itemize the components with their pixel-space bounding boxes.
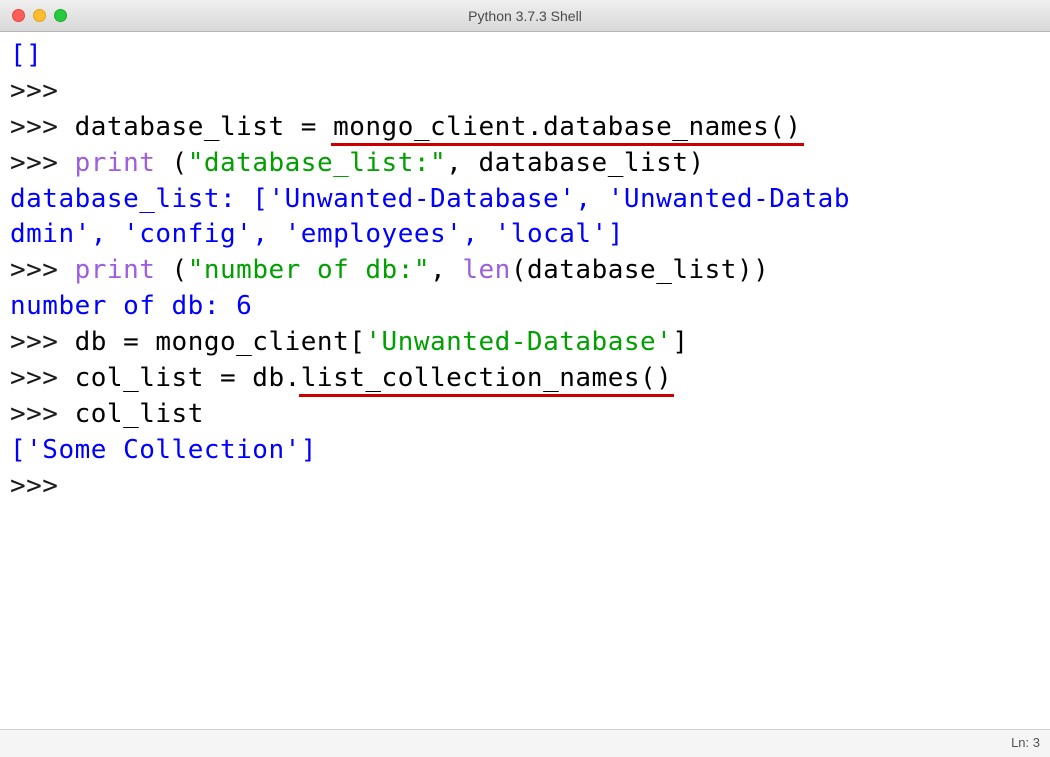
- builtin-print: print: [75, 148, 156, 178]
- underlined-code: mongo_client.database_names(): [333, 112, 801, 142]
- code-text: (database_list)): [511, 255, 769, 285]
- prompt: >>>: [10, 363, 75, 393]
- prompt: >>>: [10, 399, 75, 429]
- output-text: 'local': [495, 219, 608, 249]
- prompt: >>>: [10, 471, 75, 501]
- output-text: ,: [252, 219, 284, 249]
- output-text: ,: [91, 219, 123, 249]
- prompt: >>>: [10, 255, 75, 285]
- window-title: Python 3.7.3 Shell: [468, 8, 582, 24]
- string-literal: "database_list:": [188, 148, 446, 178]
- maximize-icon[interactable]: [54, 9, 67, 22]
- string-literal: "number of db:": [188, 255, 430, 285]
- output-text: 'employees': [285, 219, 463, 249]
- prompt: >>>: [10, 76, 58, 106]
- output-text: [: [10, 435, 26, 465]
- code-text: , database_list): [446, 148, 704, 178]
- output-text: 'Some Collection': [26, 435, 301, 465]
- minimize-icon[interactable]: [33, 9, 46, 22]
- output-line: []: [10, 40, 42, 70]
- code-text: col_list: [75, 399, 204, 429]
- string-literal: 'Unwanted-Database': [365, 327, 672, 357]
- output-text: database_list: [: [10, 184, 268, 214]
- code-text: ,: [430, 255, 462, 285]
- close-icon[interactable]: [12, 9, 25, 22]
- output-text: 'Unwanted-Database': [268, 184, 575, 214]
- statusbar: Ln: 3: [0, 729, 1050, 757]
- titlebar: Python 3.7.3 Shell: [0, 0, 1050, 32]
- output-text: ]: [301, 435, 317, 465]
- prompt: >>>: [10, 112, 75, 142]
- underlined-code: list_collection_names(): [301, 363, 673, 393]
- code-text: database_list =: [75, 112, 333, 142]
- code-text: (: [155, 148, 187, 178]
- builtin-print: print: [75, 255, 156, 285]
- traffic-lights: [0, 9, 67, 22]
- output-text: 'Unwanted-Datab: [608, 184, 850, 214]
- output-text: dmin': [10, 219, 91, 249]
- code-text: db = mongo_client[: [75, 327, 366, 357]
- output-text: ,: [462, 219, 494, 249]
- shell-content[interactable]: [] >>> >>> database_list = mongo_client.…: [0, 32, 1050, 728]
- output-text: number of db: 6: [10, 291, 252, 321]
- output-text: ,: [575, 184, 607, 214]
- code-text: col_list = db.: [75, 363, 301, 393]
- prompt: >>>: [10, 327, 75, 357]
- code-text: (: [155, 255, 187, 285]
- code-text: ]: [672, 327, 688, 357]
- output-text: 'config': [123, 219, 252, 249]
- prompt: >>>: [10, 148, 75, 178]
- builtin-len: len: [462, 255, 510, 285]
- line-indicator: Ln: 3: [1011, 735, 1040, 750]
- output-text: ]: [608, 219, 624, 249]
